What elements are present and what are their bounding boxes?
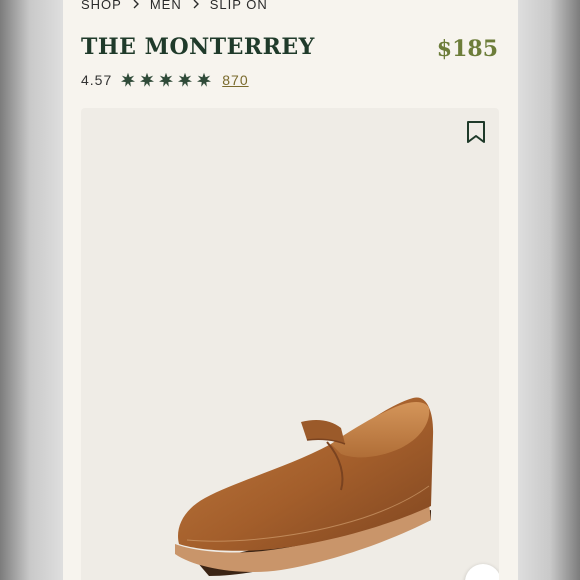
- product-page: SHOP MEN SLIP ON THE MONTERREY $185 4.57…: [63, 0, 518, 580]
- reviews-count-link[interactable]: 870: [222, 72, 248, 88]
- rating-stars: [120, 72, 212, 88]
- star-icon: [121, 72, 136, 87]
- star-icon: [140, 72, 155, 87]
- product-image-card: [81, 108, 499, 580]
- product-image-shoe: [175, 397, 434, 576]
- breadcrumb-item-men[interactable]: MEN: [150, 0, 182, 12]
- chevron-right-icon: [133, 0, 139, 9]
- image-action-button[interactable]: [465, 564, 499, 580]
- star-icon: [178, 72, 193, 87]
- star-icon: [197, 72, 212, 87]
- bookmark-icon[interactable]: [465, 120, 487, 144]
- breadcrumb-item-shop[interactable]: SHOP: [81, 0, 122, 12]
- product-price: $185: [436, 36, 498, 62]
- star-icon: [159, 72, 174, 87]
- rating-row: 4.57 870: [81, 70, 249, 90]
- breadcrumb-item-slip-on[interactable]: SLIP ON: [210, 0, 268, 12]
- rating-value: 4.57: [81, 72, 113, 88]
- breadcrumb: SHOP MEN SLIP ON: [81, 0, 268, 12]
- chevron-right-icon: [193, 0, 199, 9]
- product-title: THE MONTERREY: [81, 34, 315, 60]
